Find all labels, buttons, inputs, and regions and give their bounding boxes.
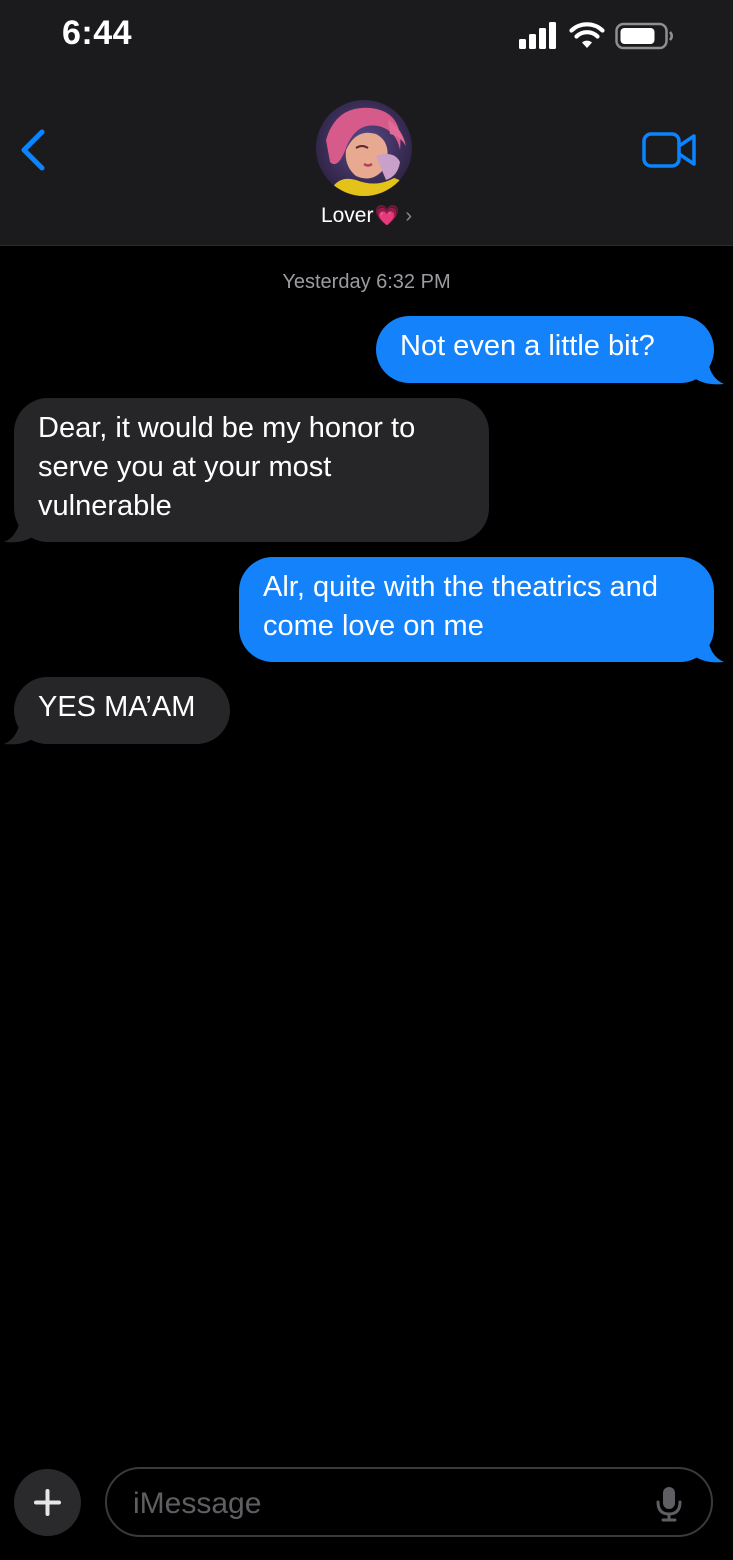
back-button[interactable] [16, 126, 52, 174]
message-input[interactable] [131, 1481, 635, 1527]
bubble-tail [4, 518, 34, 543]
apps-plus-button[interactable] [14, 1469, 81, 1536]
message-text: YES MA’AM [38, 691, 196, 723]
cellular-signal-icon [519, 22, 556, 49]
facetime-video-button[interactable] [642, 131, 698, 169]
dictation-button[interactable] [655, 1485, 683, 1523]
message-text: Not even a little bit? [400, 330, 655, 362]
message-text: Alr, quite with the theatrics and come l… [263, 571, 658, 642]
message-bubble-received[interactable]: YES MA’AM [14, 677, 230, 744]
bubble-tail [694, 360, 724, 385]
avatar-image [316, 100, 412, 196]
chevron-right-icon: › [405, 205, 413, 227]
message-bubble-sent[interactable]: Not even a little bit? [376, 316, 714, 383]
message-bubble-sent[interactable]: Alr, quite with the theatrics and come l… [239, 557, 714, 662]
message-bubble-received[interactable]: Dear, it would be my honor to serve you … [14, 398, 489, 542]
message-timestamp: Yesterday 6:32 PM [282, 271, 451, 293]
battery-icon [615, 22, 673, 50]
status-icons [519, 22, 679, 54]
contact-name-row[interactable]: Lover💗 › [0, 203, 733, 228]
video-camera-icon [642, 132, 696, 168]
conversation-header: 6:44 Lover💗 › [0, 0, 733, 246]
chevron-left-icon [21, 129, 45, 171]
microphone-icon [656, 1487, 682, 1522]
message-text: Dear, it would be my honor to serve you … [38, 412, 416, 522]
heart-emoji-icon: 💗 [374, 205, 400, 227]
wifi-icon [569, 22, 605, 48]
message-composer[interactable] [105, 1467, 713, 1537]
plus-icon [34, 1489, 61, 1516]
contact-name: Lover [320, 204, 374, 227]
contact-avatar[interactable] [316, 100, 412, 196]
status-time: 6:44 [62, 14, 133, 52]
bubble-tail [4, 720, 34, 745]
bubble-tail [694, 638, 724, 663]
